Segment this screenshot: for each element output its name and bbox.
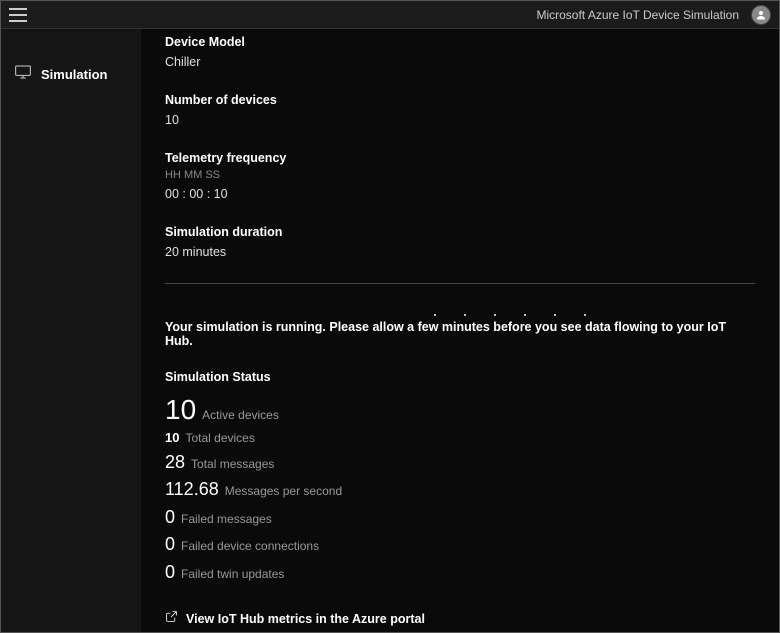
stat-total-messages: 28 Total messages <box>165 452 755 474</box>
stat-total-devices: 10 Total devices <box>165 430 755 446</box>
external-link-icon <box>165 610 178 628</box>
num-devices-label: Number of devices <box>165 93 755 107</box>
device-model-value: Chiller <box>165 55 755 69</box>
portal-link-text: View IoT Hub metrics in the Azure portal <box>186 612 425 626</box>
device-model-label: Device Model <box>165 35 755 49</box>
telemetry-value: 00 : 00 : 10 <box>165 187 755 201</box>
stat-failed-messages: 0 Failed messages <box>165 507 755 529</box>
stat-active-devices: 10 Active devices <box>165 396 755 424</box>
stat-msgs-per-sec: 112.68 Messages per second <box>165 479 755 501</box>
stat-value: 112.68 <box>165 479 219 501</box>
app-title: Microsoft Azure IoT Device Simulation <box>536 8 739 22</box>
duration-label: Simulation duration <box>165 225 755 239</box>
stat-value: 0 <box>165 507 175 529</box>
field-num-devices: Number of devices 10 <box>165 93 755 127</box>
simulation-icon <box>15 65 31 84</box>
stat-value: 10 <box>165 396 196 424</box>
stat-label: Failed messages <box>181 512 272 526</box>
stat-label: Failed device connections <box>181 539 319 553</box>
loading-dots <box>165 314 755 316</box>
stat-value: 10 <box>165 430 179 446</box>
user-avatar[interactable] <box>751 5 771 25</box>
portal-link[interactable]: View IoT Hub metrics in the Azure portal <box>165 610 755 628</box>
status-title: Simulation Status <box>165 370 755 384</box>
running-message: Your simulation is running. Please allow… <box>165 320 755 348</box>
app-header: Microsoft Azure IoT Device Simulation <box>1 1 779 29</box>
main-content: Device Model Chiller Number of devices 1… <box>141 29 779 632</box>
stat-label: Messages per second <box>225 484 342 498</box>
stat-label: Active devices <box>202 408 279 422</box>
stat-value: 0 <box>165 562 175 584</box>
sidebar-item-label: Simulation <box>41 67 107 82</box>
num-devices-value: 10 <box>165 113 755 127</box>
stat-value: 0 <box>165 534 175 556</box>
divider <box>165 283 755 284</box>
telemetry-label: Telemetry frequency <box>165 151 755 165</box>
telemetry-sublabel: HH MM SS <box>165 169 755 181</box>
stat-failed-twin: 0 Failed twin updates <box>165 562 755 584</box>
field-duration: Simulation duration 20 minutes <box>165 225 755 259</box>
stat-label: Total devices <box>185 431 254 445</box>
stat-value: 28 <box>165 452 185 474</box>
stat-failed-connections: 0 Failed device connections <box>165 534 755 556</box>
sidebar-item-simulation[interactable]: Simulation <box>1 59 141 90</box>
hamburger-menu-icon[interactable] <box>9 8 27 22</box>
duration-value: 20 minutes <box>165 245 755 259</box>
stat-label: Total messages <box>191 457 274 471</box>
stat-label: Failed twin updates <box>181 567 284 581</box>
field-device-model: Device Model Chiller <box>165 35 755 69</box>
field-telemetry: Telemetry frequency HH MM SS 00 : 00 : 1… <box>165 151 755 201</box>
sidebar: Simulation <box>1 29 141 632</box>
